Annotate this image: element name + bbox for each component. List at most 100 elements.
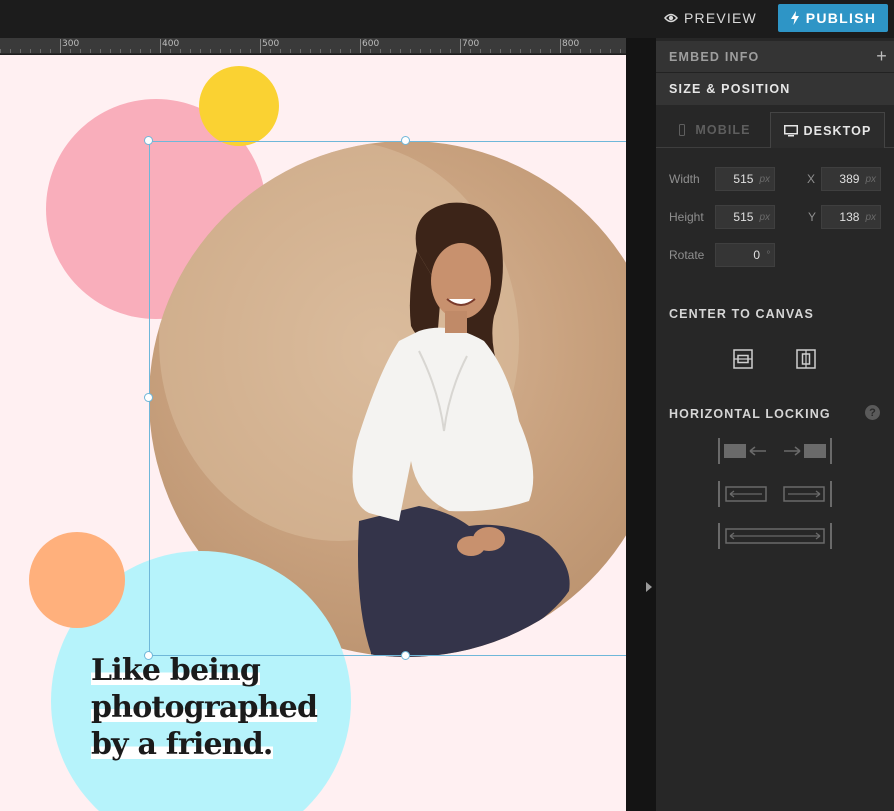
preview-button[interactable]: PREVIEW — [664, 6, 757, 30]
horizontal-ruler: 300 400 500 600 700 800 — [0, 38, 626, 54]
lock-stretch-button[interactable] — [718, 523, 832, 549]
publish-label: PUBLISH — [805, 10, 877, 26]
ruler-minor-tick — [420, 49, 421, 53]
ruler-minor-tick — [380, 49, 381, 53]
ruler-minor-tick — [480, 49, 481, 53]
ruler-minor-tick — [490, 49, 491, 53]
ruler-minor-tick — [580, 49, 581, 53]
rotate-field[interactable]: 0 ° — [715, 243, 775, 267]
ruler-minor-tick — [170, 49, 171, 53]
x-unit: px — [865, 173, 876, 185]
ruler-minor-tick — [240, 49, 241, 53]
center-horizontal-button[interactable] — [730, 346, 756, 372]
ruler-minor-tick — [280, 49, 281, 53]
y-value: 138 — [839, 210, 860, 224]
lock-edges-icon — [718, 438, 832, 464]
ruler-major-tick — [460, 39, 461, 53]
ruler-minor-tick — [440, 49, 441, 53]
help-icon[interactable]: ? — [865, 405, 880, 420]
ruler-minor-tick — [150, 49, 151, 53]
ruler-major-tick — [60, 39, 61, 53]
ruler-label: 400 — [162, 39, 180, 49]
ruler-minor-tick — [310, 49, 311, 53]
app-root: PREVIEW PUBLISH 300 400 500 600 700 800 — [0, 0, 894, 811]
panel-gutter — [626, 38, 656, 811]
ruler-minor-tick — [220, 49, 221, 53]
rotate-label: Rotate — [669, 248, 705, 262]
tab-desktop[interactable]: DESKTOP — [770, 112, 885, 148]
width-field[interactable]: 515 px — [715, 167, 775, 191]
ruler-minor-tick — [290, 49, 291, 53]
ruler-minor-tick — [230, 49, 231, 53]
ruler-minor-tick — [470, 49, 471, 53]
collapse-panel-arrow-icon[interactable] — [646, 582, 652, 592]
monitor-icon — [783, 124, 798, 136]
size-position-label: SIZE & POSITION — [669, 82, 791, 96]
ruler-major-tick — [160, 39, 161, 53]
center-vertical-button[interactable] — [793, 346, 819, 372]
ruler-minor-tick — [180, 49, 181, 53]
height-unit: px — [759, 211, 770, 223]
ruler-minor-tick — [70, 49, 71, 53]
ruler-minor-tick — [120, 49, 121, 53]
ruler-minor-tick — [80, 49, 81, 53]
phone-icon — [679, 124, 686, 136]
ruler-minor-tick — [140, 49, 141, 53]
y-label: Y — [808, 210, 817, 224]
ruler-label: 500 — [262, 39, 280, 49]
rotate-unit: ° — [766, 249, 770, 261]
horizontal-locking-title: HORIZONTAL LOCKING — [669, 407, 831, 421]
ruler-minor-tick — [390, 49, 391, 53]
rotate-value: 0 — [753, 248, 760, 262]
resize-handle-top-center[interactable] — [401, 136, 410, 145]
resize-handle-middle-left[interactable] — [144, 393, 153, 402]
ruler-minor-tick — [0, 49, 1, 53]
plus-icon[interactable]: + — [876, 46, 888, 67]
ruler-minor-tick — [510, 49, 511, 53]
width-label: Width — [669, 172, 700, 186]
ruler-label: 800 — [562, 39, 580, 49]
yellow-circle-shape[interactable] — [199, 66, 279, 146]
lock-left-right-button[interactable] — [718, 438, 832, 464]
ruler-minor-tick — [100, 49, 101, 53]
x-field[interactable]: 389 px — [821, 167, 881, 191]
design-canvas[interactable]: Like being photographed by a friend. — [0, 55, 626, 811]
ruler-minor-tick — [370, 49, 371, 53]
lock-split-button[interactable] — [718, 481, 832, 507]
size-position-accordion[interactable]: SIZE & POSITION — [656, 73, 894, 105]
embed-info-accordion[interactable]: EMBED INFO + — [656, 41, 894, 73]
ruler-label: 700 — [462, 39, 480, 49]
embed-info-label: EMBED INFO — [669, 49, 760, 64]
ruler-minor-tick — [40, 49, 41, 53]
headline-line-3: by a friend. — [91, 727, 273, 762]
ruler-major-tick — [360, 39, 361, 53]
ruler-minor-tick — [30, 49, 31, 53]
height-field[interactable]: 515 px — [715, 205, 775, 229]
headline-text[interactable]: Like being photographed by a friend. — [91, 652, 351, 763]
x-value: 389 — [839, 172, 860, 186]
ruler-minor-tick — [430, 49, 431, 53]
ruler-minor-tick — [270, 49, 271, 53]
resize-handle-bottom-left[interactable] — [144, 651, 153, 660]
lock-stretch-icon — [718, 523, 832, 549]
height-label: Height — [669, 210, 704, 224]
ruler-minor-tick — [110, 49, 111, 53]
ruler-minor-tick — [320, 49, 321, 53]
ruler-minor-tick — [520, 49, 521, 53]
properties-panel: EMBED INFO + SIZE & POSITION MOBILE DESK… — [656, 38, 894, 811]
tab-mobile-label: MOBILE — [695, 123, 751, 137]
resize-handle-top-left[interactable] — [144, 136, 153, 145]
tab-mobile[interactable]: MOBILE — [656, 112, 770, 148]
lock-split-icon — [718, 481, 832, 507]
ruler-minor-tick — [10, 49, 11, 53]
ruler-minor-tick — [200, 49, 201, 53]
ruler-minor-tick — [410, 49, 411, 53]
publish-button[interactable]: PUBLISH — [778, 4, 888, 32]
y-field[interactable]: 138 px — [821, 205, 881, 229]
ruler-minor-tick — [620, 49, 621, 53]
resize-handle-bottom-center[interactable] — [401, 651, 410, 660]
width-value: 515 — [733, 172, 754, 186]
height-value: 515 — [733, 210, 754, 224]
ruler-major-tick — [260, 39, 261, 53]
orange-circle-shape[interactable] — [29, 532, 125, 628]
